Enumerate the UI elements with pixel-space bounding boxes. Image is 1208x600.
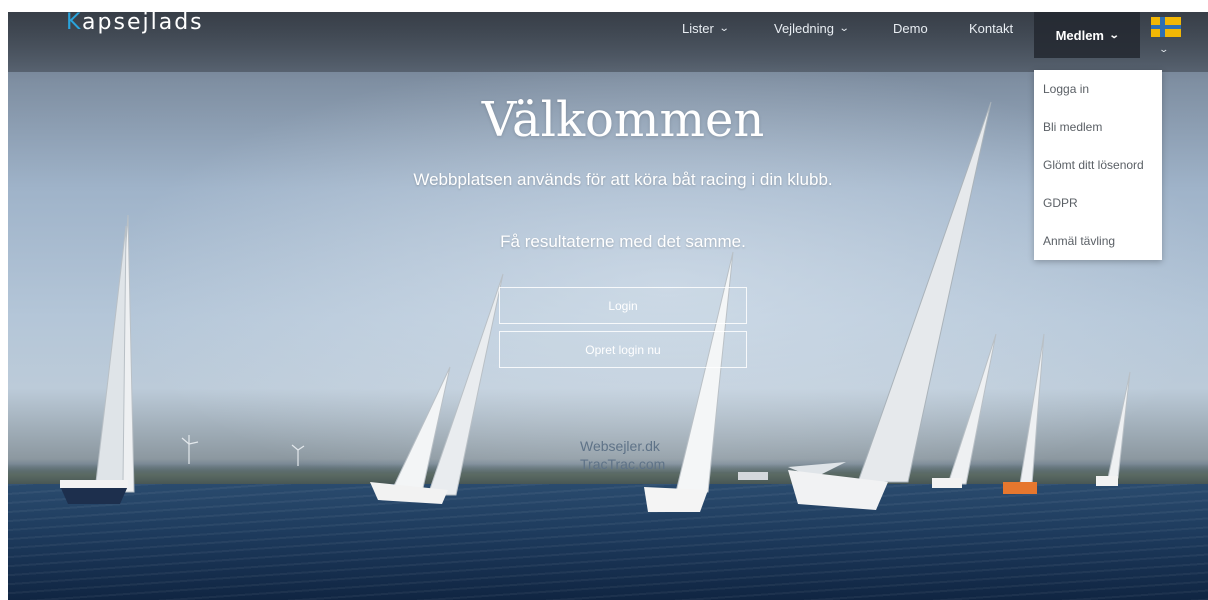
nav-item-label: Vejledning [774,20,834,36]
brand-logo-accent-letter: K [66,10,83,35]
create-login-button[interactable]: Opret login nu [499,331,747,368]
photo-credit-tractrac[interactable]: TracTrac.com [580,456,665,472]
nav-item-kontakt[interactable]: Kontakt [969,0,1013,56]
login-button[interactable]: Login [499,287,747,324]
nav-item-lister[interactable]: Lister ⌄ [682,0,730,56]
chevron-down-icon: ⌄ [1108,29,1120,41]
swedish-flag-icon[interactable] [1151,17,1181,37]
wind-turbines [181,435,305,466]
nav-item-label: Demo [893,20,928,36]
hero-tagline: Få resultaterne med det samme. [500,232,746,251]
menu-item-gdpr[interactable]: GDPR [1043,196,1078,210]
nav-item-label: Kontakt [969,20,1014,36]
brand-logo[interactable]: Kapsejlads [66,10,204,35]
chevron-down-icon[interactable]: ⌄ [1158,45,1169,55]
photo-credit-websejler[interactable]: Websejler.dk [580,438,660,454]
nav-item-label: Lister [682,20,714,36]
sailboat-1 [60,214,135,504]
brand-logo-text: apsejlads [82,10,204,35]
nav-item-label: Medlem [1055,27,1104,43]
chevron-down-icon: ⌄ [838,22,850,34]
nav-item-medlem[interactable]: Medlem ⌄ [1034,12,1140,58]
page-title: Välkommen [481,92,765,148]
hero-subtitle: Webbplatsen används för att köra båt rac… [413,170,833,189]
sailboat-2 [370,273,504,504]
chevron-down-icon: ⌄ [718,22,730,34]
nav-item-demo[interactable]: Demo [893,0,928,56]
nav-item-vejledning[interactable]: Vejledning ⌄ [774,0,850,56]
